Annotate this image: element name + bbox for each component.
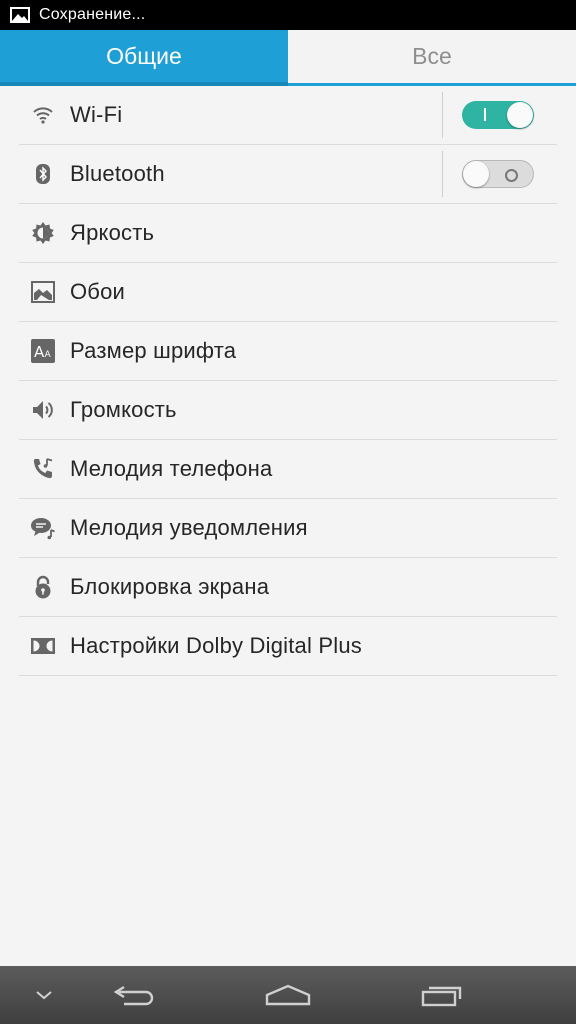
image-icon	[10, 7, 30, 23]
chevron-down-icon	[34, 989, 54, 1001]
setting-wallpaper[interactable]: Обои	[19, 263, 557, 322]
setting-label: Мелодия уведомления	[70, 515, 308, 540]
settings-list: Wi-Fi Bluetooth Яркость Обои A A Размер …	[19, 86, 557, 676]
phone-ringtone-icon	[30, 456, 56, 482]
setting-label: Bluetooth	[70, 161, 165, 186]
wifi-icon	[30, 102, 56, 128]
tab-all[interactable]: Все	[288, 30, 576, 86]
setting-label: Громкость	[70, 397, 177, 422]
tab-bar: Общие Все	[0, 30, 576, 86]
setting-label: Wi-Fi	[70, 102, 123, 127]
setting-wifi[interactable]: Wi-Fi	[19, 86, 557, 145]
volume-icon	[30, 397, 56, 423]
divider	[442, 92, 443, 138]
brightness-icon	[30, 220, 56, 246]
svg-text:A: A	[34, 343, 45, 361]
status-bar: Сохранение...	[0, 0, 576, 30]
wifi-toggle[interactable]	[462, 101, 534, 129]
dolby-icon	[30, 633, 56, 659]
notification-sound-icon	[30, 515, 56, 541]
bluetooth-toggle[interactable]	[462, 160, 534, 188]
bluetooth-icon	[30, 161, 56, 187]
back-button[interactable]	[106, 966, 162, 1024]
setting-phone-ringtone[interactable]: Мелодия телефона	[19, 440, 557, 499]
divider	[442, 151, 443, 197]
setting-label: Обои	[70, 279, 126, 304]
wallpaper-icon	[30, 279, 56, 305]
font-size-icon: A A	[30, 338, 56, 364]
svg-text:A: A	[45, 350, 52, 360]
lock-icon	[30, 574, 56, 600]
navigation-bar	[0, 966, 576, 1024]
setting-label: Блокировка экрана	[70, 574, 270, 599]
setting-label: Мелодия телефона	[70, 456, 273, 481]
toggle-knob	[463, 161, 489, 187]
setting-brightness[interactable]: Яркость	[19, 204, 557, 263]
toggle-on-mark	[484, 108, 486, 121]
toggle-off-mark	[505, 169, 518, 182]
home-button[interactable]	[258, 966, 318, 1024]
recent-apps-icon	[420, 982, 464, 1008]
hide-nav-button[interactable]	[22, 966, 66, 1024]
setting-font-size[interactable]: A A Размер шрифта	[19, 322, 557, 381]
back-icon	[112, 981, 156, 1009]
home-icon	[264, 982, 312, 1008]
setting-volume[interactable]: Громкость	[19, 381, 557, 440]
tab-general[interactable]: Общие	[0, 30, 288, 86]
setting-screen-lock[interactable]: Блокировка экрана	[19, 558, 557, 617]
setting-label: Яркость	[70, 220, 155, 245]
setting-notification-sound[interactable]: Мелодия уведомления	[19, 499, 557, 558]
status-text: Сохранение...	[39, 6, 146, 23]
toggle-knob	[507, 102, 533, 128]
recent-apps-button[interactable]	[414, 966, 470, 1024]
setting-bluetooth[interactable]: Bluetooth	[19, 145, 557, 204]
setting-label: Настройки Dolby Digital Plus	[70, 633, 362, 658]
setting-label: Размер шрифта	[70, 338, 237, 363]
setting-dolby[interactable]: Настройки Dolby Digital Plus	[19, 617, 557, 676]
